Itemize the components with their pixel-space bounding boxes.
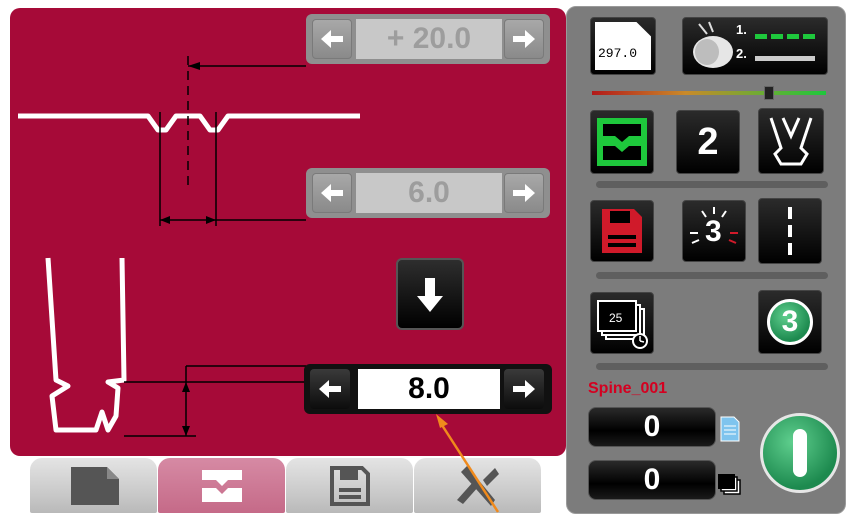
tab-tools[interactable] [414, 458, 541, 513]
floppy-disk-icon [602, 209, 642, 253]
width-value[interactable]: 6.0 [356, 173, 502, 213]
floppy-disk-icon [329, 465, 370, 506]
offset-decrease-button[interactable] [312, 19, 352, 59]
tab-bend[interactable] [158, 458, 285, 513]
divider [596, 272, 828, 279]
die-select-button[interactable] [758, 108, 824, 174]
height-decrease-button[interactable] [310, 369, 350, 409]
length-button[interactable]: 297.0 [590, 17, 656, 75]
bend-count-badge: 3 [767, 299, 813, 345]
document-icon [720, 416, 740, 442]
direction-down-button[interactable] [396, 258, 464, 330]
tools-icon [456, 465, 499, 506]
stacked-screens-icon [718, 474, 741, 495]
repetitions-value: 3 [705, 215, 722, 248]
die-icon [769, 117, 813, 166]
bend-mode-button[interactable] [590, 110, 654, 174]
arrow-left-icon [321, 30, 343, 48]
tab-bar [30, 458, 542, 513]
bend-count-value: 3 [781, 305, 799, 338]
width-stepper: 6.0 [306, 168, 550, 218]
speed-slider-handle[interactable] [764, 86, 774, 100]
stack-counter[interactable]: 0 [588, 460, 716, 500]
encoder-label-2: 2. [736, 46, 747, 61]
stack-counter-value: 0 [643, 463, 661, 496]
arrow-left-icon [321, 184, 343, 202]
bend-mode-icon [597, 118, 647, 166]
divider-mode-button[interactable] [758, 198, 822, 264]
document-icon [70, 466, 119, 505]
sequence-button[interactable]: 2 [676, 110, 740, 174]
arrow-right-icon [513, 30, 535, 48]
stack-count: 25 [609, 311, 623, 325]
sequence-number: 2 [697, 120, 719, 163]
encoder-knob-icon [693, 21, 815, 68]
piece-counter[interactable]: 0 [588, 407, 716, 447]
arrow-left-icon [319, 380, 341, 398]
divider [596, 181, 828, 188]
offset-value[interactable]: + 20.0 [356, 19, 502, 59]
height-increase-button[interactable] [504, 369, 544, 409]
offset-stepper: + 20.0 [306, 14, 550, 64]
width-decrease-button[interactable] [312, 173, 352, 213]
height-value[interactable]: 8.0 [358, 369, 500, 409]
stack-counter-button[interactable]: 25 [590, 292, 654, 354]
power-icon [793, 429, 807, 477]
tab-save[interactable] [286, 458, 413, 513]
speed-slider-track[interactable] [592, 91, 826, 95]
bend-count-button[interactable]: 3 [758, 290, 822, 354]
program-name: Spine_001 [588, 380, 668, 397]
arrow-right-icon [513, 184, 535, 202]
height-stepper: 8.0 [304, 364, 552, 414]
encoder-button[interactable]: 1. 2. [682, 17, 828, 75]
tab-document[interactable] [30, 458, 157, 513]
divider [596, 363, 828, 370]
arrow-right-icon [513, 380, 535, 398]
start-button[interactable] [760, 413, 840, 493]
width-increase-button[interactable] [504, 173, 544, 213]
save-program-button[interactable] [590, 200, 654, 262]
length-display: 297.0 [598, 46, 638, 61]
page-icon: 297.0 [595, 22, 651, 70]
bend-tool-icon [201, 469, 242, 502]
piece-counter-value: 0 [643, 410, 661, 443]
arrow-down-icon [417, 278, 443, 312]
repetitions-button[interactable]: 3 [682, 200, 746, 262]
encoder-label-1: 1. [736, 22, 747, 37]
offset-increase-button[interactable] [504, 19, 544, 59]
dashed-line-icon [788, 207, 792, 255]
